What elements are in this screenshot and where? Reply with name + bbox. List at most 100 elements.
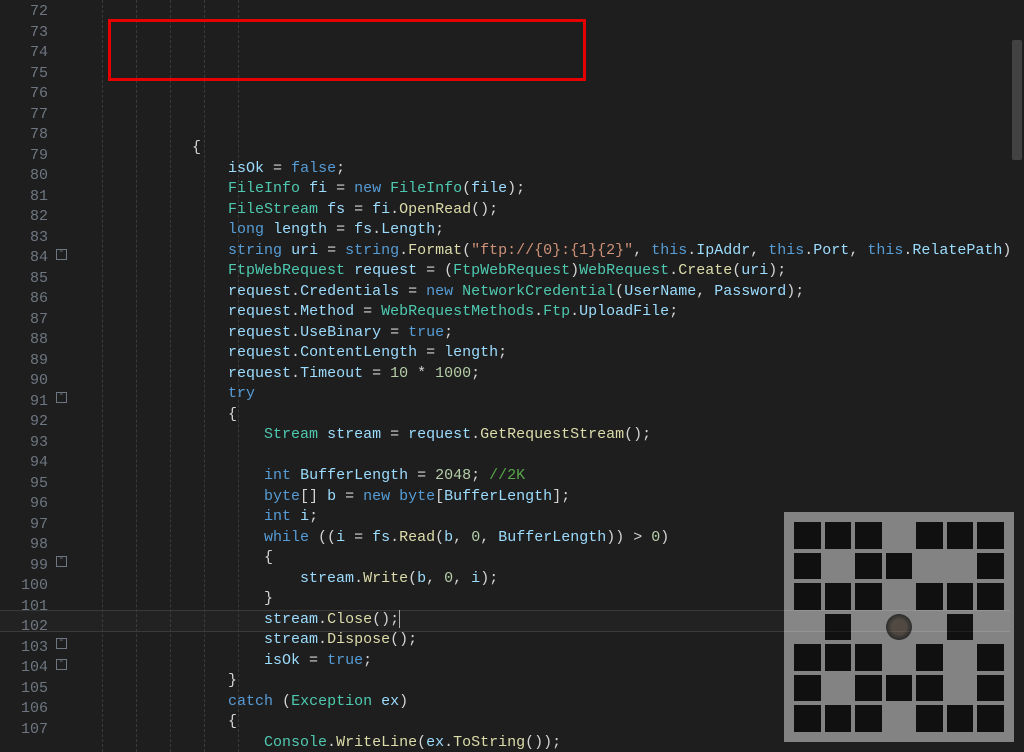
token-op — [381, 180, 390, 197]
fold-toggle-icon[interactable] — [56, 659, 67, 670]
token-pun: ; — [471, 467, 489, 484]
token-mth: WriteLine — [336, 734, 417, 751]
token-var: isOk — [264, 652, 300, 669]
token-pun: } — [228, 672, 237, 689]
code-line[interactable]: isOk = false; — [84, 159, 1024, 180]
token-op: = — [327, 221, 354, 238]
token-op — [345, 262, 354, 279]
token-pun: ( — [273, 693, 291, 710]
token-op: = — [381, 426, 408, 443]
token-var: i — [336, 529, 345, 546]
token-var: Method — [300, 303, 354, 320]
line-number: 88 — [0, 330, 56, 351]
code-line[interactable]: string uri = string.Format("ftp://{0}:{1… — [84, 241, 1024, 262]
scroll-thumb[interactable] — [1012, 40, 1022, 160]
token-kw: string — [345, 242, 399, 259]
token-var: file — [471, 180, 507, 197]
code-line[interactable]: try — [84, 384, 1024, 405]
token-var: BufferLength — [300, 467, 408, 484]
code-line[interactable]: Stream stream = request.GetRequestStream… — [84, 425, 1024, 446]
code-line[interactable] — [84, 446, 1024, 467]
token-pun: . — [291, 365, 300, 382]
token-kw: true — [327, 652, 363, 669]
token-pun: . — [399, 242, 408, 259]
token-pun: ( — [408, 570, 417, 587]
token-var: stream — [327, 426, 381, 443]
token-var: stream — [300, 570, 354, 587]
token-var: UseBinary — [300, 324, 381, 341]
token-pun: , — [849, 242, 867, 259]
token-ty: Exception — [291, 693, 372, 710]
token-op — [453, 283, 462, 300]
token-pun: ]; — [552, 488, 570, 505]
code-line[interactable]: FileStream fs = fi.OpenRead(); — [84, 200, 1024, 221]
token-kw: try — [228, 385, 255, 402]
token-pun: . — [291, 344, 300, 361]
line-number: 83 — [0, 228, 56, 249]
token-op: = — [345, 529, 372, 546]
fold-column[interactable] — [56, 0, 84, 752]
code-line[interactable]: FileInfo fi = new FileInfo(file); — [84, 179, 1024, 200]
token-mth: Read — [399, 529, 435, 546]
token-mth: Close — [327, 611, 372, 628]
code-line[interactable]: request.ContentLength = length; — [84, 343, 1024, 364]
token-var: request — [228, 303, 291, 320]
fold-toggle-icon[interactable] — [56, 392, 67, 403]
token-pun: . — [390, 529, 399, 546]
token-pun: (); — [471, 201, 498, 218]
code-line[interactable]: long length = fs.Length; — [84, 220, 1024, 241]
code-editor[interactable]: 7273747576777879808182838485868788899091… — [0, 0, 1024, 752]
fold-toggle-icon[interactable] — [56, 556, 67, 567]
token-pun: , — [633, 242, 651, 259]
token-var: RelatePath — [912, 242, 1002, 259]
token-mth: ToString — [453, 734, 525, 751]
code-line[interactable]: byte[] b = new byte[BufferLength]; — [84, 487, 1024, 508]
token-pun: , — [426, 570, 444, 587]
token-kw: this — [768, 242, 804, 259]
token-kw: new — [354, 180, 381, 197]
token-op: = — [408, 467, 435, 484]
code-line[interactable]: request.UseBinary = true; — [84, 323, 1024, 344]
token-pun: . — [570, 303, 579, 320]
token-pun: . — [291, 303, 300, 320]
code-line[interactable]: int BufferLength = 2048; //2K — [84, 466, 1024, 487]
token-op: = — [381, 324, 408, 341]
token-kw: this — [867, 242, 903, 259]
code-line[interactable]: request.Method = WebRequestMethods.Ftp.U… — [84, 302, 1024, 323]
line-number: 97 — [0, 515, 56, 536]
token-mth: OpenRead — [399, 201, 471, 218]
line-number: 73 — [0, 23, 56, 44]
token-mth: Create — [678, 262, 732, 279]
token-pun: . — [327, 734, 336, 751]
code-line[interactable]: { — [84, 138, 1024, 159]
line-number: 101 — [0, 597, 56, 618]
token-var: Credentials — [300, 283, 399, 300]
token-var: uri — [291, 242, 318, 259]
line-number: 85 — [0, 269, 56, 290]
token-var: fs — [354, 221, 372, 238]
code-line[interactable]: request.Credentials = new NetworkCredent… — [84, 282, 1024, 303]
token-var: Length — [381, 221, 435, 238]
token-kw: new — [426, 283, 453, 300]
token-op — [318, 426, 327, 443]
fold-toggle-icon[interactable] — [56, 249, 67, 260]
line-number: 82 — [0, 207, 56, 228]
token-pun: ; — [336, 160, 345, 177]
token-var: fi — [309, 180, 327, 197]
token-pun: . — [534, 303, 543, 320]
token-pun: { — [228, 406, 237, 423]
token-pun: . — [804, 242, 813, 259]
line-number: 76 — [0, 84, 56, 105]
token-pun: ); — [768, 262, 786, 279]
code-line[interactable]: { — [84, 405, 1024, 426]
fold-toggle-icon[interactable] — [56, 638, 67, 649]
code-line[interactable]: FtpWebRequest request = (FtpWebRequest)W… — [84, 261, 1024, 282]
token-kw: long — [228, 221, 264, 238]
token-var: request — [228, 344, 291, 361]
token-pun: ) — [660, 529, 669, 546]
token-op — [291, 508, 300, 525]
token-pun: . — [318, 631, 327, 648]
code-line[interactable]: request.Timeout = 10 * 1000; — [84, 364, 1024, 385]
token-pun: , — [750, 242, 768, 259]
token-var: stream — [264, 611, 318, 628]
